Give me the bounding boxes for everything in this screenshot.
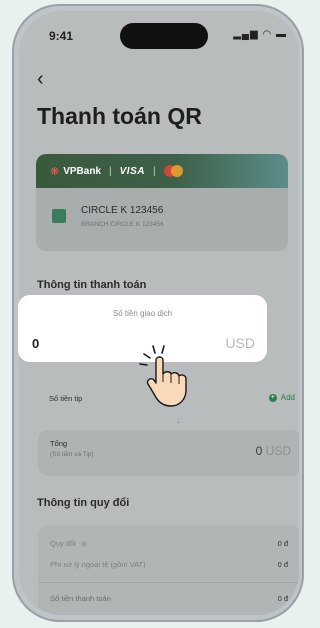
battery-icon: ▬	[276, 29, 287, 40]
add-tip-button[interactable]: + Add	[268, 393, 295, 402]
signal-icon: ▂▄▆	[233, 29, 259, 40]
divider	[38, 582, 299, 583]
amount-label: Số tiền giao dịch	[112, 309, 173, 318]
status-time: 9:41	[49, 29, 74, 43]
total-sub: (Số tiền và Tip)	[50, 451, 94, 458]
store-name: CIRCLE K 123456	[81, 205, 164, 216]
payment-amount-label: Số tiền thanh toán	[50, 594, 111, 603]
conversion-section-title: Thông tin quy đổi	[37, 497, 130, 509]
bank-logo: ❋ VPBank	[50, 165, 101, 178]
back-icon[interactable]: ‹	[37, 69, 44, 89]
fee-label: Phí xử lý ngoại tệ (gồm VAT)	[50, 560, 146, 569]
total-value: 0 USD	[256, 444, 291, 458]
plus-icon: +	[268, 393, 277, 402]
arrow-down-icon: ↓	[176, 415, 181, 425]
tap-hand-icon	[139, 345, 187, 407]
fee-row: Phí xử lý ngoại tệ (gồm VAT) 0 đ	[50, 560, 288, 569]
payment-amount-row: Số tiền thanh toán 0 đ	[50, 594, 288, 603]
conversion-label: Quy đổi	[50, 539, 76, 548]
divider: |	[152, 165, 156, 177]
payment-amount-value: 0 đ	[277, 594, 288, 603]
card-network: VISA	[119, 165, 145, 177]
info-icon[interactable]	[80, 541, 87, 548]
conversion-card: Quy đổi 0 đ Phí xử lý ngoại tệ (gồm VAT)…	[38, 525, 299, 615]
bank-name: VPBank	[63, 165, 102, 177]
fee-value: 0 đ	[277, 560, 288, 569]
conversion-value: 0 đ	[277, 539, 288, 548]
amount-currency: USD	[225, 335, 255, 351]
total-amount: 0	[255, 444, 263, 458]
add-tip-label: Add	[280, 393, 295, 402]
payment-card[interactable]: ❋ VPBank | VISA | CIRCLE K 123456 BRANCH…	[36, 154, 288, 251]
divider: |	[109, 165, 112, 177]
store-icon	[52, 209, 66, 223]
store-branch: BRANCH CIRCLE K 123456	[81, 221, 164, 228]
store-row: CIRCLE K 123456 BRANCH CIRCLE K 123456	[36, 188, 288, 251]
tip-label: Số tiền tip	[49, 394, 83, 403]
card-banner: ❋ VPBank | VISA |	[36, 154, 288, 188]
amount-input[interactable]: 0	[32, 336, 39, 351]
mastercard-icon	[163, 165, 184, 177]
wifi-icon: ◠	[262, 29, 273, 40]
payment-section-title: Thông tin thanh toán	[37, 279, 147, 291]
conversion-row: Quy đổi 0 đ	[50, 539, 288, 548]
status-icons: ▂▄▆ ◠ ▬	[233, 29, 287, 40]
dynamic-island	[120, 23, 208, 49]
total-currency: USD	[265, 444, 291, 458]
bank-logo-icon: ❋	[50, 165, 60, 178]
total-label: Tổng	[50, 439, 68, 448]
total-card: Tổng (Số tiền và Tip) 0 USD	[38, 430, 299, 476]
page-title: Thanh toán QR	[37, 103, 202, 129]
